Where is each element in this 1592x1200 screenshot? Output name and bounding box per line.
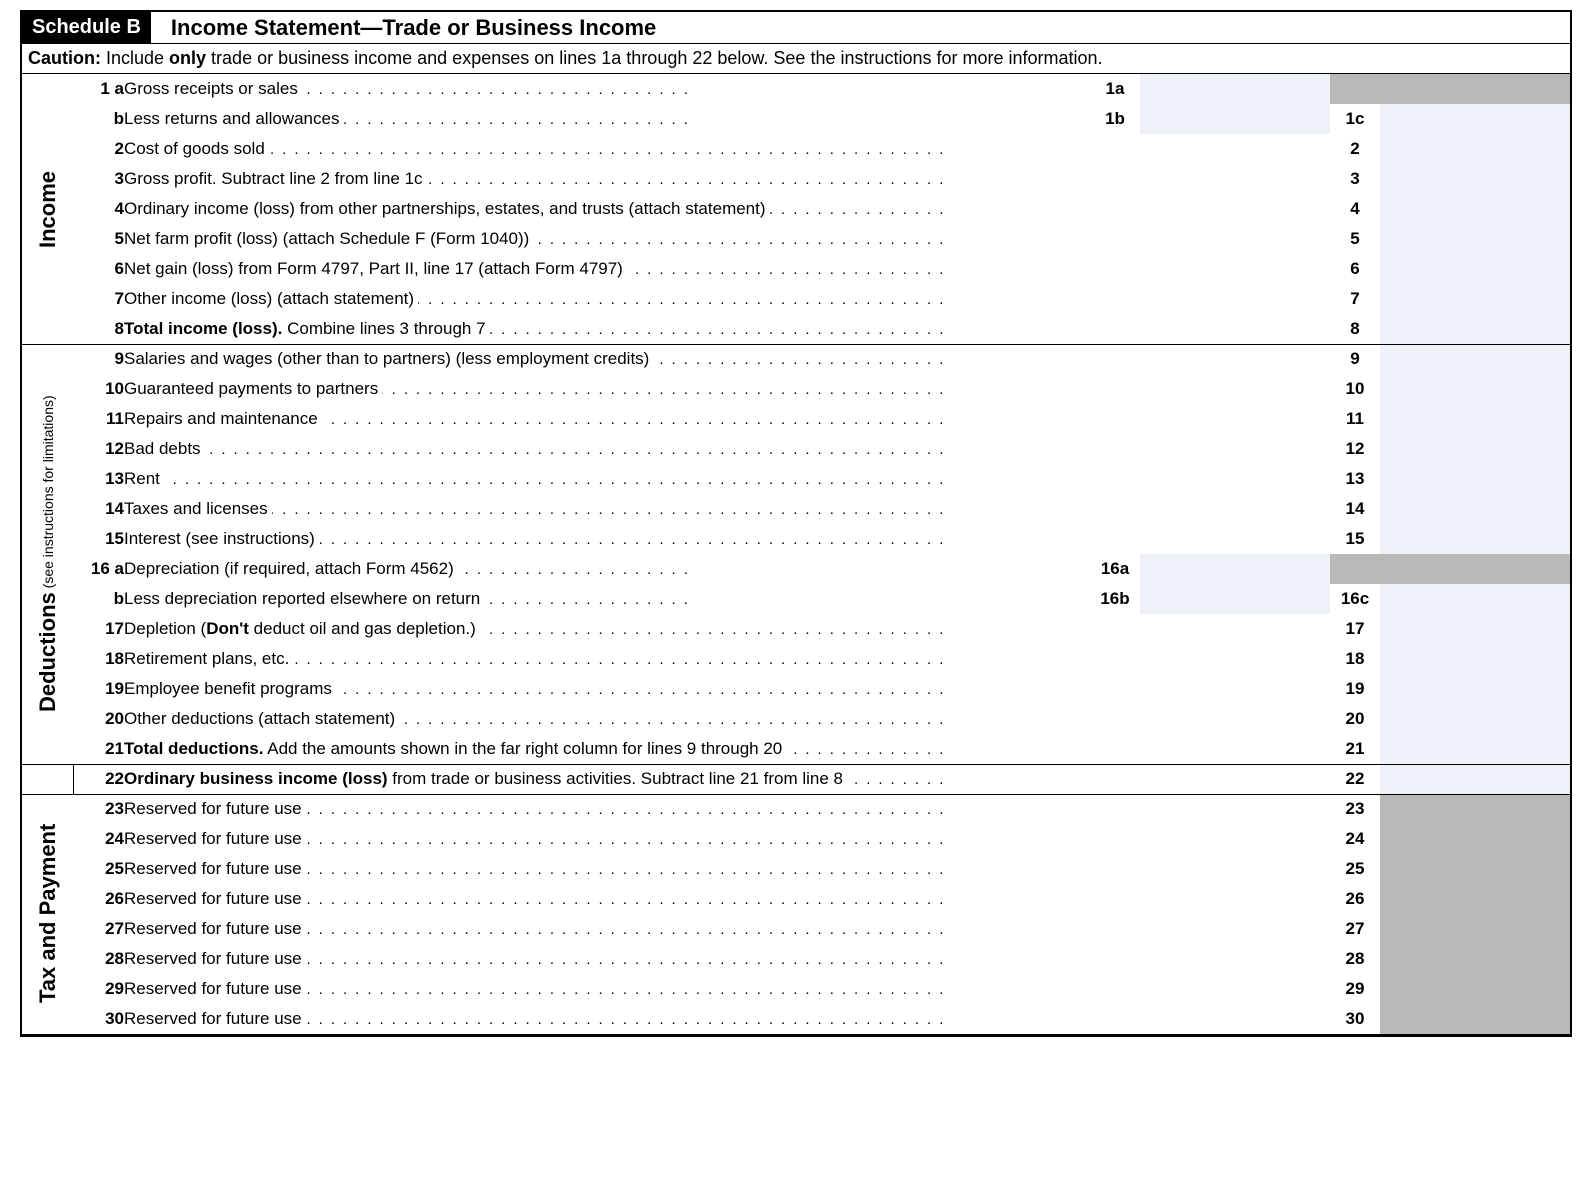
section-deductions-label: Deductions (see instructions for limitat…: [22, 344, 74, 764]
form-title: Income Statement—Trade or Business Incom…: [151, 15, 656, 41]
line-4: 4 Ordinary income (loss) from other part…: [22, 194, 1570, 224]
input-16b[interactable]: [1140, 584, 1330, 614]
input-21[interactable]: [1380, 734, 1570, 764]
input-1c[interactable]: [1380, 104, 1570, 134]
line-10: 10 Guaranteed payments to partners......…: [22, 374, 1570, 404]
input-24: [1380, 824, 1570, 854]
input-22[interactable]: [1380, 764, 1570, 794]
input-16a[interactable]: [1140, 554, 1330, 584]
input-7[interactable]: [1380, 284, 1570, 314]
line-3: 3 Gross profit. Subtract line 2 from lin…: [22, 164, 1570, 194]
input-13[interactable]: [1380, 464, 1570, 494]
line-5: 5 Net farm profit (loss) (attach Schedul…: [22, 224, 1570, 254]
section-tax-label: Tax and Payment: [22, 794, 74, 1034]
input-1b[interactable]: [1140, 104, 1330, 134]
input-29: [1380, 974, 1570, 1004]
input-2[interactable]: [1380, 134, 1570, 164]
line-25: 25 Reserved for future use..............…: [22, 854, 1570, 884]
line-1a: Income 1 a Gross receipts or sales......…: [22, 74, 1570, 104]
input-5[interactable]: [1380, 224, 1570, 254]
line-20: 20 Other deductions (attach statement)..…: [22, 704, 1570, 734]
line-29: 29 Reserved for future use..............…: [22, 974, 1570, 1004]
line-14: 14 Taxes and licenses...................…: [22, 494, 1570, 524]
input-14[interactable]: [1380, 494, 1570, 524]
input-19[interactable]: [1380, 674, 1570, 704]
input-28: [1380, 944, 1570, 974]
line-28: 28 Reserved for future use..............…: [22, 944, 1570, 974]
input-30: [1380, 1004, 1570, 1034]
line-1b: b Less returns and allowances...........…: [22, 104, 1570, 134]
section-income-label: Income: [22, 74, 74, 344]
line-23: Tax and Payment 23 Reserved for future u…: [22, 794, 1570, 824]
input-20[interactable]: [1380, 704, 1570, 734]
input-16c[interactable]: [1380, 584, 1570, 614]
line-19: 19 Employee benefit programs............…: [22, 674, 1570, 704]
input-11[interactable]: [1380, 404, 1570, 434]
form-header: Schedule B Income Statement—Trade or Bus…: [22, 12, 1570, 44]
line-21: 21 Total deductions. Add the amounts sho…: [22, 734, 1570, 764]
line-30: 30 Reserved for future use..............…: [22, 1004, 1570, 1034]
line-17: 17 Depletion (Don't deduct oil and gas d…: [22, 614, 1570, 644]
line-22: 22 Ordinary business income (loss) from …: [22, 764, 1570, 794]
schedule-badge: Schedule B: [22, 12, 151, 43]
input-8[interactable]: [1380, 314, 1570, 344]
input-3[interactable]: [1380, 164, 1570, 194]
form-table: Income 1 a Gross receipts or sales......…: [22, 74, 1570, 1034]
input-18[interactable]: [1380, 644, 1570, 674]
input-25: [1380, 854, 1570, 884]
line-8: 8 Total income (loss). Combine lines 3 t…: [22, 314, 1570, 344]
line-11: 11 Repairs and maintenance..............…: [22, 404, 1570, 434]
line-13: 13 Rent.................................…: [22, 464, 1570, 494]
line-16a: 16 a Depreciation (if required, attach F…: [22, 554, 1570, 584]
line-6: 6 Net gain (loss) from Form 4797, Part I…: [22, 254, 1570, 284]
line-16b: b Less depreciation reported elsewhere o…: [22, 584, 1570, 614]
line-24: 24 Reserved for future use..............…: [22, 824, 1570, 854]
input-23: [1380, 794, 1570, 824]
schedule-b-form: Schedule B Income Statement—Trade or Bus…: [20, 10, 1572, 1037]
line-15: 15 Interest (see instructions)..........…: [22, 524, 1570, 554]
line-27: 27 Reserved for future use..............…: [22, 914, 1570, 944]
input-1a[interactable]: [1140, 74, 1330, 104]
input-4[interactable]: [1380, 194, 1570, 224]
line-12: 12 Bad debts............................…: [22, 434, 1570, 464]
line-2: 2 Cost of goods sold....................…: [22, 134, 1570, 164]
input-6[interactable]: [1380, 254, 1570, 284]
input-9[interactable]: [1380, 344, 1570, 374]
input-17[interactable]: [1380, 614, 1570, 644]
input-12[interactable]: [1380, 434, 1570, 464]
line-7: 7 Other income (loss) (attach statement)…: [22, 284, 1570, 314]
input-15[interactable]: [1380, 524, 1570, 554]
input-26: [1380, 884, 1570, 914]
line-18: 18 Retirement plans, etc................…: [22, 644, 1570, 674]
input-27: [1380, 914, 1570, 944]
caution-label: Caution:: [28, 48, 101, 68]
line-26: 26 Reserved for future use..............…: [22, 884, 1570, 914]
line-9: Deductions (see instructions for limitat…: [22, 344, 1570, 374]
input-10[interactable]: [1380, 374, 1570, 404]
caution-text: Caution: Include only trade or business …: [22, 44, 1570, 74]
